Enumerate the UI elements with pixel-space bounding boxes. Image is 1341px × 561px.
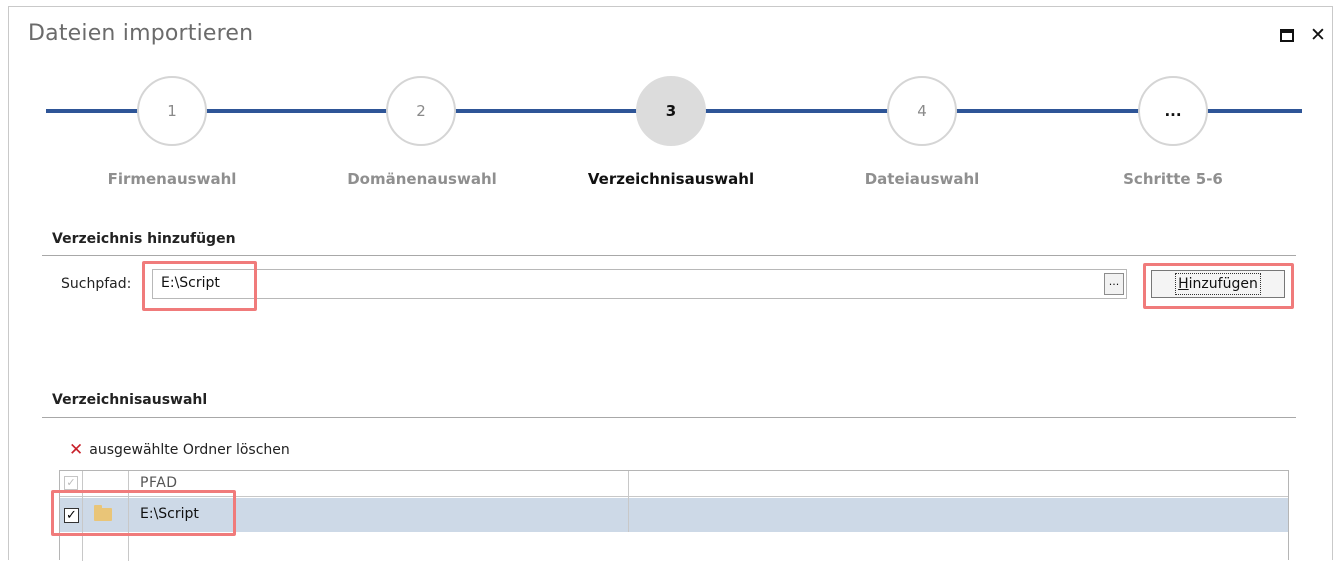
directory-selection-heading: Verzeichnisauswahl [52, 392, 208, 408]
step-4-label: Dateiauswahl [864, 170, 980, 188]
delete-icon: ✕ [69, 440, 84, 460]
grid-header: ✓ PFAD [60, 471, 1288, 497]
stepper-line [705, 109, 888, 113]
step-3-label: Verzeichnisauswahl [587, 170, 755, 188]
step-3-circle: 3 [636, 76, 706, 146]
stepper-line [206, 109, 387, 113]
stepper-line [956, 109, 1139, 113]
directory-grid: ✓ PFAD ✓ E:\Script [59, 470, 1289, 561]
close-icon[interactable]: ✕ [1310, 25, 1326, 45]
step-more-circle: ... [1138, 76, 1208, 146]
step-1-label: Firmenauswahl [107, 170, 237, 188]
dialog-title: Dateien importieren [28, 21, 254, 46]
stepper-line [1207, 109, 1302, 113]
select-all-checkbox[interactable]: ✓ [64, 476, 78, 490]
search-path-label: Suchpfad: [61, 276, 132, 292]
step-more-label: Schritte 5-6 [1123, 170, 1223, 188]
delete-selected-folders[interactable]: ✕ ausgewählte Ordner löschen [69, 440, 290, 460]
highlight-add-button [1143, 263, 1294, 309]
highlight-row [51, 490, 236, 536]
step-2-circle: 2 [386, 76, 456, 146]
step-2-label: Domänenauswahl [347, 170, 497, 188]
browse-button[interactable]: ... [1104, 273, 1124, 295]
delete-action-label: ausgewählte Ordner löschen [89, 442, 290, 458]
section-divider [42, 255, 1296, 256]
step-4-circle: 4 [887, 76, 957, 146]
step-1-circle: 1 [137, 76, 207, 146]
stepper-line [455, 109, 637, 113]
section-divider [42, 417, 1296, 418]
column-divider [628, 471, 629, 532]
table-row[interactable]: ✓ E:\Script [60, 498, 1288, 532]
search-path-input[interactable]: E:\Script ... [152, 269, 1127, 299]
column-header-path[interactable]: PFAD [140, 475, 178, 491]
highlight-search-path [142, 261, 257, 311]
maximize-icon[interactable] [1280, 29, 1294, 42]
add-directory-heading: Verzeichnis hinzufügen [52, 231, 236, 247]
stepper-line [46, 109, 138, 113]
